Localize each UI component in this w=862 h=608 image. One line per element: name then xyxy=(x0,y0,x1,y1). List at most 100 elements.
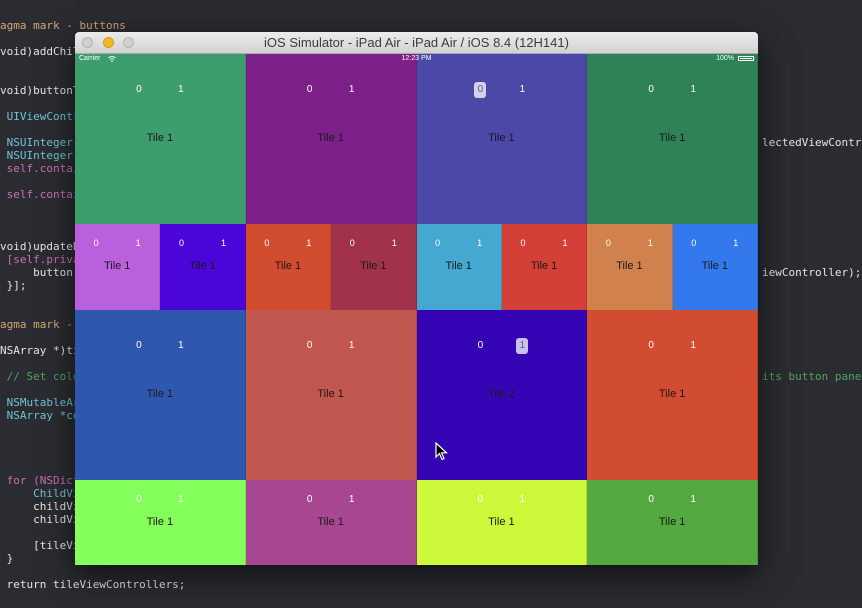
tile-button-0[interactable]: 0 xyxy=(432,235,444,251)
tile-button-0[interactable]: 0 xyxy=(645,82,657,98)
code-line: void)addChil xyxy=(0,45,80,58)
tile-button-1[interactable]: 1 xyxy=(346,492,358,508)
tile[interactable]: 0 1 Tile 1 xyxy=(245,480,417,565)
tile-label: Tile 1 xyxy=(146,516,174,528)
tile-button-1[interactable]: 1 xyxy=(687,338,699,354)
tile[interactable]: 0 1 Tile 1 xyxy=(75,54,246,224)
tile-button-1[interactable]: 1 xyxy=(474,235,486,251)
tile-button-0[interactable]: 0 xyxy=(602,235,614,251)
tile-button-1[interactable]: 1 xyxy=(132,235,144,251)
tile-button-pane: 01 xyxy=(160,235,244,251)
tile-label: Tile 1 xyxy=(103,260,131,272)
tile-button-0[interactable]: 0 xyxy=(261,235,273,251)
tile-button-pane: 01 xyxy=(417,338,587,354)
tile-button-0[interactable]: 0 xyxy=(517,235,529,251)
tile-button-pane: 01 xyxy=(75,82,245,98)
tile[interactable]: 0 1 Tile 1 xyxy=(587,310,758,480)
tile-button-1[interactable]: 1 xyxy=(687,492,699,508)
tile[interactable]: 0 1 Tile 1 xyxy=(245,54,417,224)
tile-button-1[interactable]: 1 xyxy=(175,492,187,508)
tile-button-pane: 01 xyxy=(587,338,757,354)
tile-button-1[interactable]: 1 xyxy=(730,235,742,251)
tile[interactable]: 0 1 Tile 1 xyxy=(245,310,417,480)
ios-status-bar: Carrier 12:23 PM 100% xyxy=(75,54,758,64)
tile[interactable]: 0 1 Tile 1 xyxy=(672,224,758,310)
tile-button-0[interactable]: 0 xyxy=(474,338,486,354)
tile[interactable]: 0 1 Tile 1 xyxy=(75,310,246,480)
tile-button-1[interactable]: 1 xyxy=(346,338,358,354)
tile-button-0[interactable]: 0 xyxy=(645,492,657,508)
tile-label: Tile 1 xyxy=(445,260,472,272)
code-line: button. xyxy=(0,266,80,279)
tile[interactable]: 0 1 Tile 1 xyxy=(416,480,588,565)
simulator-window: iOS Simulator - iPad Air - iPad Air / iO… xyxy=(75,32,758,565)
tile-button-1[interactable]: 1 xyxy=(388,235,400,251)
code-line: self.contai xyxy=(0,188,80,201)
code-line: agma mark - xyxy=(0,318,80,331)
tile-button-pane: 01 xyxy=(587,492,757,508)
tile-label: Tile 1 xyxy=(274,260,302,272)
ipad-screen: Carrier 12:23 PM 100% 0 1 Tile 1 0 1 Tile 101… xyxy=(75,54,758,565)
tile-button-0[interactable]: 0 xyxy=(133,492,145,508)
tile-label: Tile 1 xyxy=(530,260,558,272)
tile-label: Tile 1 xyxy=(146,388,174,400)
tile[interactable]: 0 1 Tile 1 xyxy=(331,224,417,310)
tile[interactable]: 0 1 Tile 1 xyxy=(587,224,673,310)
code-line: NSUInteger xyxy=(0,149,73,162)
tile-button-0[interactable]: 0 xyxy=(688,235,700,251)
tile[interactable]: 0 1 Tile 1 xyxy=(75,480,246,565)
tile-button-0[interactable]: 0 xyxy=(304,82,316,98)
tile-button-pane: 01 xyxy=(673,235,757,251)
tile-button-pane: 01 xyxy=(502,235,586,251)
code-line: agma mark - buttons xyxy=(0,19,126,32)
tile-button-0[interactable]: 0 xyxy=(346,235,358,251)
code-line: childVi xyxy=(0,513,80,526)
code-line: } xyxy=(0,552,14,565)
tile[interactable]: 0 1 Tile 1 xyxy=(587,480,758,565)
battery-icon xyxy=(738,56,754,61)
tile-button-0[interactable]: 0 xyxy=(304,338,316,354)
tile-button-0[interactable]: 0 xyxy=(474,492,486,508)
tile-button-0[interactable]: 0 xyxy=(645,338,657,354)
tile-button-0[interactable]: 0 xyxy=(474,82,487,98)
tile-button-1[interactable]: 1 xyxy=(175,82,187,98)
code-line: NSArray *co xyxy=(0,409,80,422)
tile-button-1[interactable]: 1 xyxy=(516,82,528,98)
tile[interactable]: 0 1 Tile 1 xyxy=(160,224,246,310)
tile[interactable]: 0 1 Tile 1 xyxy=(75,224,161,310)
tile-button-1[interactable]: 1 xyxy=(175,338,187,354)
code-line: void)buttonT xyxy=(0,84,80,97)
tile-button-0[interactable]: 0 xyxy=(176,235,188,251)
tile[interactable]: 0 1 Tile 1 xyxy=(587,54,758,224)
tile-button-pane: 01 xyxy=(75,235,159,251)
tile-button-0[interactable]: 0 xyxy=(90,235,102,251)
tile[interactable]: 0 1 Tile 1 xyxy=(501,224,588,310)
tile[interactable]: 0 1 Tile 1 xyxy=(416,54,588,224)
tile[interactable]: 0 1 Tile 1 xyxy=(416,224,502,310)
code-line: return tileViewControllers; xyxy=(0,578,186,591)
tile-button-pane: 01 xyxy=(246,82,416,98)
code-line-right: iewController); xyxy=(762,266,862,279)
window-titlebar[interactable]: iOS Simulator - iPad Air - iPad Air / iO… xyxy=(75,32,758,54)
tile-button-1[interactable]: 1 xyxy=(303,235,315,251)
tile-button-1[interactable]: 1 xyxy=(644,235,656,251)
tile-button-1[interactable]: 1 xyxy=(346,82,358,98)
tile-label: Tile 1 xyxy=(488,516,515,528)
tile-button-1[interactable]: 1 xyxy=(218,235,230,251)
tile-label: Tile 1 xyxy=(658,388,686,400)
tile-button-1[interactable]: 1 xyxy=(559,235,571,251)
tile-button-pane: 01 xyxy=(331,235,415,251)
tile-button-0[interactable]: 0 xyxy=(133,338,145,354)
tile-button-0[interactable]: 0 xyxy=(133,82,145,98)
tile-label: Tile 1 xyxy=(146,132,174,144)
window-title: iOS Simulator - iPad Air - iPad Air / iO… xyxy=(264,35,569,50)
tile-button-1[interactable]: 1 xyxy=(687,82,699,98)
tile[interactable]: 0 1 Tile 1 xyxy=(245,224,332,310)
tile-button-1[interactable]: 1 xyxy=(516,338,529,354)
tile-label: Tile 1 xyxy=(616,260,643,272)
tile-button-1[interactable]: 1 xyxy=(516,492,528,508)
code-line: NSMutableAr xyxy=(0,396,80,409)
code-line-right: its button pane. xyxy=(762,370,862,383)
code-line: UIViewContro xyxy=(0,110,87,123)
tile-button-0[interactable]: 0 xyxy=(304,492,316,508)
